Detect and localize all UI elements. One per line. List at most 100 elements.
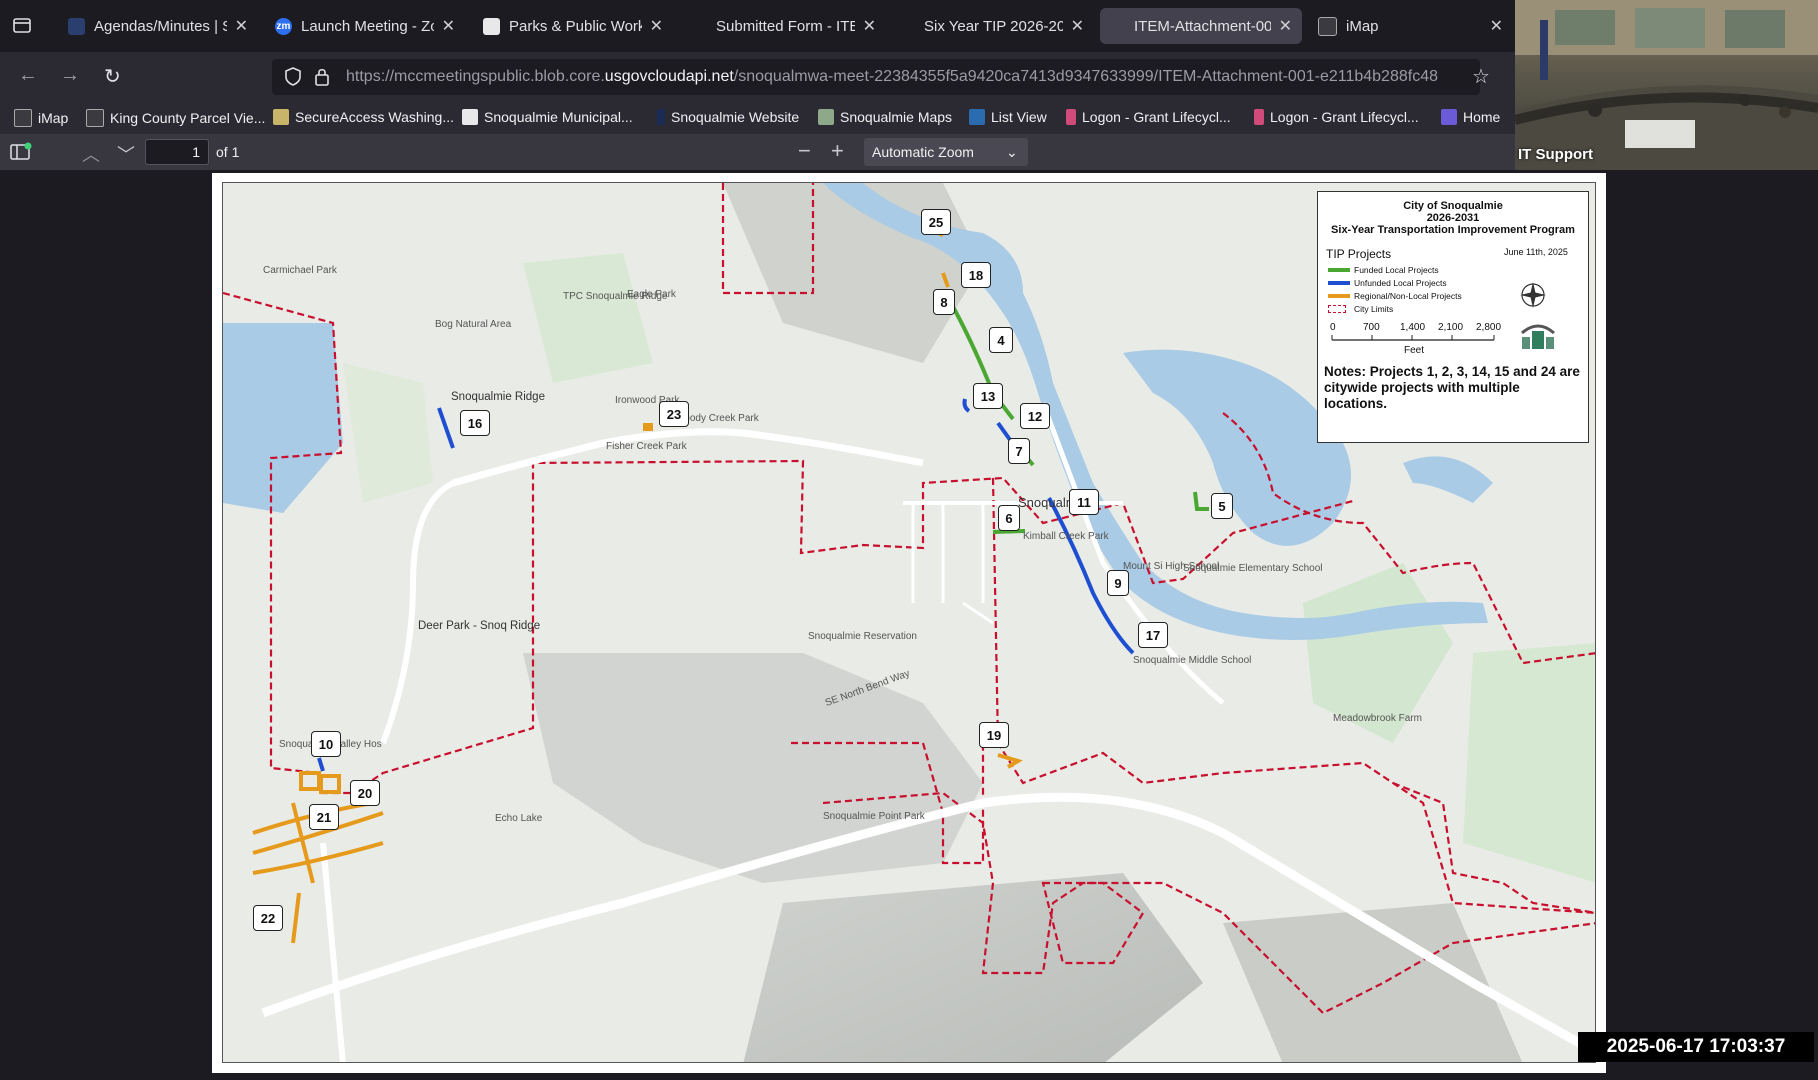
legend-notes: Notes: Projects 1, 2, 3, 14, 15 and 24 a… xyxy=(1324,364,1580,411)
project-marker-4: 4 xyxy=(989,327,1013,353)
regional-project-site xyxy=(643,423,653,431)
tab-bar: Agendas/Minutes | Sn ✕ zm Launch Meeting… xyxy=(0,0,1515,52)
shield-icon[interactable] xyxy=(284,67,302,92)
tab-submitted-form[interactable]: Submitted Form - ITEM ✕ xyxy=(716,8,876,44)
reload-icon[interactable]: ↻ xyxy=(104,64,121,89)
project-marker-9: 9 xyxy=(1107,570,1129,596)
next-page-icon[interactable]: ﹀ xyxy=(117,141,135,167)
place-label: Snoqualmie Elementary School xyxy=(1183,563,1323,574)
park-area xyxy=(523,253,653,383)
project-marker-13: 13 xyxy=(973,383,1003,409)
tab-parks[interactable]: Parks & Public Works C ✕ xyxy=(483,8,663,44)
project-marker-17: 17 xyxy=(1138,622,1168,648)
regional-project-segment xyxy=(291,892,301,944)
back-icon[interactable]: ← xyxy=(18,64,38,87)
tab-zoom[interactable]: zm Launch Meeting - Zoo ✕ xyxy=(275,8,455,44)
bookmark-king-county[interactable]: King County Parcel Vie... xyxy=(86,109,265,127)
place-label: Echo Lake xyxy=(495,813,543,824)
recording-timestamp: 2025-06-17 17:03:37 xyxy=(1578,1032,1814,1062)
washington-icon xyxy=(273,109,289,125)
unfunded-project-segment xyxy=(962,398,971,413)
url-text[interactable]: https://mccmeetingspublic.blob.core.usgo… xyxy=(346,68,1456,86)
place-label: Meadowbrook Farm xyxy=(1333,713,1422,724)
bookmark-home[interactable]: Home xyxy=(1441,109,1500,125)
road xyxy=(911,503,994,625)
tip-project-map: Snoqualmie Ridge Snoqualmie Deer Park - … xyxy=(222,182,1596,1063)
tab-overview-icon[interactable] xyxy=(12,15,32,35)
lock-icon[interactable] xyxy=(314,67,330,92)
legend-section-title: TIP Projects xyxy=(1326,247,1392,261)
close-icon[interactable]: ✕ xyxy=(1071,16,1084,36)
tab-imap[interactable]: iMap ✕ xyxy=(1318,8,1503,44)
zoom-out-icon[interactable]: − xyxy=(798,138,811,164)
video-feed xyxy=(1515,0,1818,170)
place-label: Fisher Creek Park xyxy=(606,441,687,452)
pdf-toolbar: ︿ ﹀ 1 of 1 − + Automatic Zoom ⌄ xyxy=(0,134,1515,170)
road xyxy=(452,428,924,487)
zoom-in-icon[interactable]: + xyxy=(831,138,844,164)
bookmark-grant-lifecycle-2[interactable]: Logon - Grant Lifecycl... xyxy=(1254,109,1419,125)
terrain-area xyxy=(523,653,983,883)
project-marker-12: 12 xyxy=(1020,403,1050,429)
project-marker-20: 20 xyxy=(350,780,380,806)
king-county-icon xyxy=(86,109,104,127)
grant-icon xyxy=(1254,109,1264,125)
previous-page-icon[interactable]: ︿ xyxy=(82,141,100,167)
home-icon xyxy=(1441,109,1457,125)
place-label: Snoqualmie Middle School xyxy=(1133,655,1252,666)
place-label: Snoqualmie Reservation xyxy=(808,631,917,642)
place-label: Bog Natural Area xyxy=(435,319,512,330)
bookmark-star-icon[interactable]: ☆ xyxy=(1472,64,1490,89)
bookmark-snoqualmie-maps[interactable]: Snoqualmie Maps xyxy=(818,109,952,125)
tab-six-year-tip[interactable]: Six Year TIP 2026-2031 ✕ xyxy=(924,8,1084,44)
video-participant-label: IT Support xyxy=(1518,146,1593,163)
close-icon[interactable]: ✕ xyxy=(442,16,455,36)
bookmark-list-view[interactable]: List View xyxy=(969,109,1047,125)
city-icon xyxy=(657,109,665,125)
bookmark-grant-lifecycle-1[interactable]: Logon - Grant Lifecycl... xyxy=(1066,109,1231,125)
scale-bar: 0 700 1,400 2,100 2,800 xyxy=(1330,322,1502,341)
legend-item-city-limits: City Limits xyxy=(1328,304,1393,314)
regional-project-segment xyxy=(997,753,1023,769)
page-number-input[interactable]: 1 xyxy=(145,139,209,165)
list-icon xyxy=(969,109,985,125)
navigation-bar: ← → ↻ https://mccmeetingspublic.blob.cor… xyxy=(0,52,1515,102)
terrain-area xyxy=(743,873,1203,1062)
url-bar[interactable]: https://mccmeetingspublic.blob.core.usgo… xyxy=(272,59,1480,95)
close-icon[interactable]: ✕ xyxy=(1279,16,1292,36)
close-icon[interactable]: ✕ xyxy=(235,16,248,36)
water-feature xyxy=(1403,456,1493,503)
legend-item-regional: Regional/Non-Local Projects xyxy=(1328,291,1462,301)
project-marker-8: 8 xyxy=(933,289,955,315)
project-marker-18: 18 xyxy=(961,262,991,288)
close-icon[interactable]: ✕ xyxy=(650,16,663,36)
regional-project-site xyxy=(299,771,321,791)
bookmark-municipal[interactable]: Snoqualmie Municipal... xyxy=(462,109,633,125)
bookmark-secureaccess[interactable]: SecureAccess Washing... xyxy=(273,109,454,125)
park-area xyxy=(1463,643,1595,883)
imap-icon xyxy=(14,109,32,127)
zoom-icon: zm xyxy=(275,17,292,35)
bookmark-imap[interactable]: iMap xyxy=(14,109,68,127)
tab-agendas[interactable]: Agendas/Minutes | Sn ✕ xyxy=(68,8,248,44)
zoom-select[interactable]: Automatic Zoom ⌄ xyxy=(864,138,1028,166)
unfunded-project-segment xyxy=(317,757,325,772)
close-icon[interactable]: ✕ xyxy=(863,16,876,36)
bookmark-snoqualmie-website[interactable]: Snoqualmie Website xyxy=(657,109,799,125)
sidebar-toggle-icon[interactable] xyxy=(10,142,32,167)
municode-icon xyxy=(462,109,478,125)
bookmarks-bar: iMap King County Parcel Vie... SecureAcc… xyxy=(0,102,1515,134)
project-marker-21: 21 xyxy=(309,804,339,830)
council-chamber-image xyxy=(1515,0,1818,170)
place-label: Kimball Creek Park xyxy=(1023,531,1109,542)
place-label: Deer Park - Snoq Ridge xyxy=(418,620,541,632)
imap-icon xyxy=(1318,16,1337,36)
project-marker-16: 16 xyxy=(460,410,490,436)
forward-icon[interactable]: → xyxy=(60,64,80,87)
legend-date: June 11th, 2025 xyxy=(1504,247,1568,257)
tab-item-attachment[interactable]: ITEM-Attachment-001 ✕ xyxy=(1100,8,1302,44)
close-icon[interactable]: ✕ xyxy=(1490,16,1503,36)
map-legend: City of Snoqualmie 2026-2031 Six-Year Tr… xyxy=(1317,191,1589,443)
pdf-page: Snoqualmie Ridge Snoqualmie Deer Park - … xyxy=(212,173,1606,1073)
lake xyxy=(223,323,343,513)
